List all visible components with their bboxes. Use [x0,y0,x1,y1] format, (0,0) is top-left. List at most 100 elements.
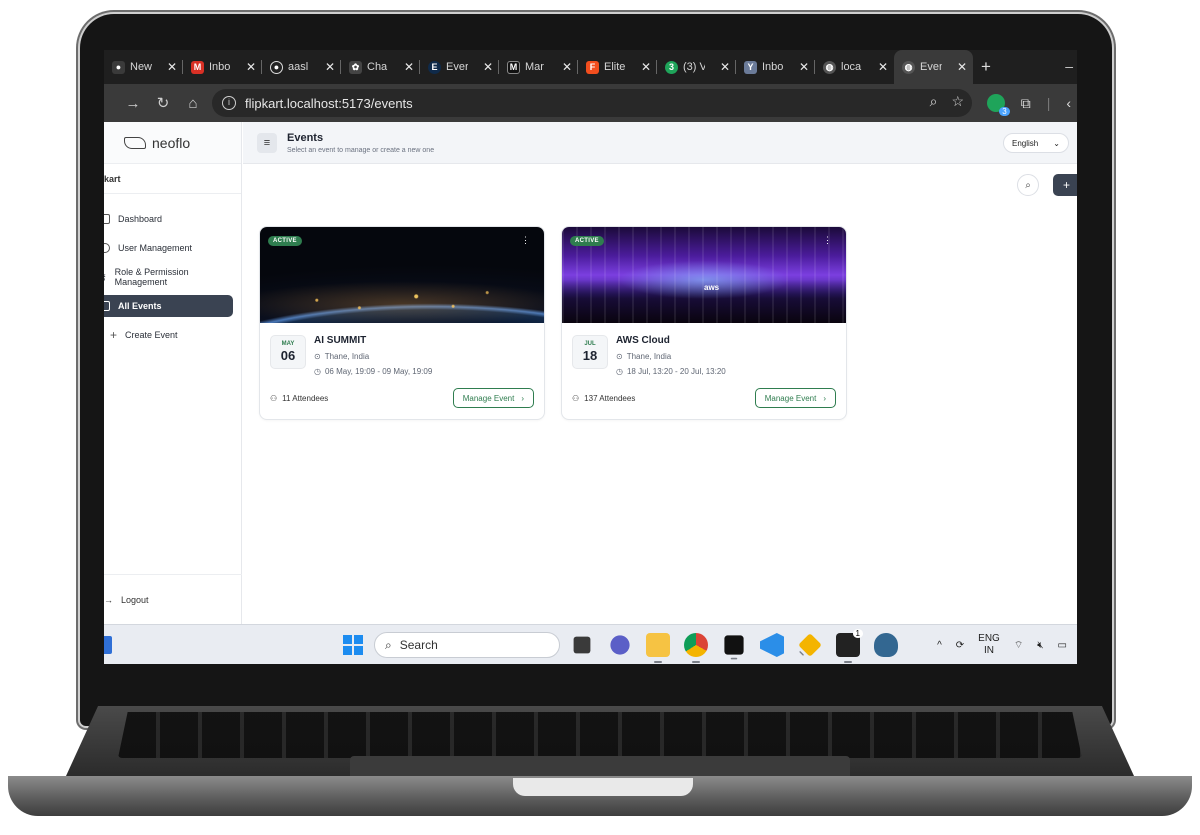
whatsapp-icon: 3 [665,60,678,74]
screen: ● New ✕ M Inbo ✕ ● aasl ✕ ✿ Cha ✕ E Ever ✕ M Mar ✕ F… [104,50,1077,664]
more-options-icon[interactable]: ⋮ [521,235,530,246]
event-month: MAY [281,341,295,347]
sidebar-item-create-event[interactable]: + Create Event [104,320,233,349]
tab-label: New [130,61,152,73]
close-icon[interactable]: ✕ [325,60,335,74]
manage-event-button[interactable]: Manage Event › [452,388,534,408]
add-label: + [1063,178,1071,192]
org-name: kart [104,164,241,194]
event-location-text: Thane, India [626,352,672,361]
reload-icon[interactable]: ↻ [148,94,178,112]
browser-tab[interactable]: ● aasl ✕ [262,50,341,84]
close-icon[interactable]: ✕ [562,60,572,74]
tab-label: Even [920,61,942,73]
windows-start-icon[interactable] [343,635,363,655]
more-options-icon[interactable]: ⋮ [823,235,832,246]
new-tab-icon[interactable]: + [981,57,991,77]
sidebar-item-all-events[interactable]: All Events [104,295,233,317]
language-select[interactable]: English ⌄ [1003,133,1069,153]
taskbar-search[interactable]: ⌕ Search [374,632,560,658]
postgres-icon[interactable] [874,633,898,657]
task-view-icon[interactable] [573,636,591,654]
vscode-icon[interactable] [760,633,784,657]
add-event-button[interactable]: + [1053,174,1077,196]
browser-tab[interactable]: ◍ loca ✕ [815,50,894,84]
close-icon[interactable]: ✕ [957,60,967,74]
location-pin-icon: ⊙ [314,352,321,361]
browser-tab[interactable]: ✿ Cha ✕ [341,50,420,84]
browser-tab-active[interactable]: ◍ Even ✕ [894,50,973,84]
event-day: 18 [582,348,598,363]
user-icon [104,242,110,253]
zoom-icon[interactable]: ⌕ [930,93,938,110]
menu-toggle-button[interactable]: ≡ [257,132,277,153]
search-button[interactable]: ⌕ [1017,174,1039,196]
home-icon[interactable]: ⌂ [178,95,208,112]
sidebar-item-dashboard[interactable]: Dashboard [104,204,233,233]
extension-icon[interactable]: 3 [986,94,1010,116]
browser-tab[interactable]: Y Inbo ✕ [736,50,815,84]
close-icon[interactable]: ✕ [246,60,256,74]
event-image: ACTIVE ⋮ [260,227,544,323]
event-card-footer: ⚇ 137 Attendees Manage Event › [572,387,836,409]
sidebar-item-user-management[interactable]: User Management [104,233,233,262]
browser-tab[interactable]: M Mar ✕ [499,50,578,84]
site-info-icon[interactable]: i [222,96,236,110]
battery-icon[interactable]: ▭ [1058,640,1067,651]
chrome-icon: ● [112,60,125,74]
sidebar-item-role-permission[interactable]: ⚷ Role & Permission Management [104,262,233,291]
event-card[interactable]: ACTIVE ⋮ aws JUL 18 AWS Cloud ⊙ Thane, In… [561,226,847,420]
browser-tab[interactable]: 3 (3) V ✕ [657,50,736,84]
address-bar[interactable]: i flipkart.localhost:5173/events ⌕ ☆ [212,89,972,117]
tab-label: Inbo [209,61,231,73]
teams-icon[interactable] [610,635,630,655]
chevron-left-icon[interactable]: ‹ [1066,95,1071,111]
app-badge: 1 [852,629,863,638]
tab-label: Cha [367,61,388,73]
volume-muted-icon[interactable]: 🔇︎ [1037,640,1043,651]
forward-icon[interactable]: → [118,95,148,112]
close-icon[interactable]: ✕ [483,60,493,74]
close-icon[interactable]: ✕ [404,60,414,74]
globe-icon: ◍ [902,60,915,74]
plus-icon: + [110,327,118,342]
browser-tab[interactable]: E Ever ✕ [420,50,499,84]
wifi-icon[interactable]: ⌔ [1014,639,1023,652]
calendar-icon [104,301,110,311]
desktop-widget-icon[interactable] [104,636,112,654]
sync-icon[interactable]: ⟳ [956,640,964,651]
close-icon[interactable]: ✕ [878,60,888,74]
terminal-icon[interactable] [724,635,744,660]
file-explorer-icon[interactable] [646,633,670,663]
browser-tab[interactable]: F Elite ✕ [578,50,657,84]
clock-icon: ◷ [616,367,623,376]
brand-logo[interactable]: neoflo [104,122,241,164]
os-taskbar: ⌕ Search 1 ^ ⟳ ENG IN ⌔ 🔇︎ ▭ [104,624,1077,664]
manage-event-button[interactable]: Manage Event › [754,388,836,408]
close-icon[interactable]: ✕ [641,60,651,74]
tab-label: Elite [604,61,626,73]
notification-app-icon[interactable]: 1 [836,629,863,663]
close-icon[interactable]: ✕ [799,60,809,74]
tab-label: Inbo [762,61,784,73]
chevron-up-icon[interactable]: ^ [937,640,942,651]
extensions-puzzle-icon[interactable]: ⧉ [1021,95,1031,112]
clock-icon: ◷ [314,367,321,376]
attendees-text: 137 Attendees [584,393,636,403]
browser-tab[interactable]: M Inbo ✕ [183,50,262,84]
users-icon: ⚇ [270,393,278,403]
browser-tab[interactable]: ● New ✕ [104,50,183,84]
logout-button[interactable]: → Logout [104,574,242,624]
snipping-tool-icon[interactable] [798,633,822,657]
minimize-icon[interactable]: – [1065,58,1073,74]
laptop-base [8,706,1192,824]
event-card[interactable]: ACTIVE ⋮ MAY 06 AI SUMMIT ⊙ Thane, India … [259,226,545,420]
close-icon[interactable]: ✕ [720,60,730,74]
chrome-icon[interactable] [684,633,708,663]
tab-label: Mar [525,61,544,73]
close-icon[interactable]: ✕ [167,60,177,74]
bookmark-star-icon[interactable]: ☆ [951,93,964,110]
input-language[interactable]: ENG IN [978,633,1000,657]
url-text: flipkart.localhost:5173/events [245,95,413,111]
event-day: 06 [280,348,296,363]
